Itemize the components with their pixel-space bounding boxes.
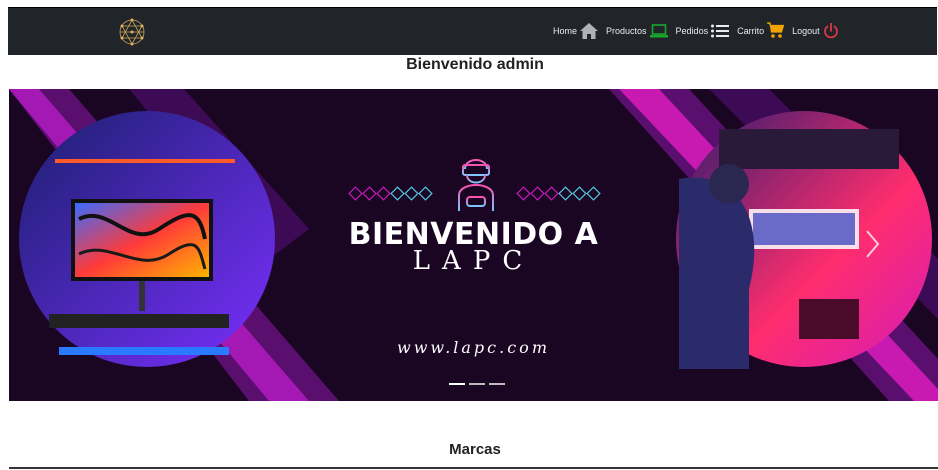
- navbar: Home Productos Pedidos Carrito Logout: [8, 7, 937, 55]
- vr-gamer-icon: [458, 159, 494, 211]
- nav-logout[interactable]: Logout: [792, 22, 839, 39]
- section-divider: [9, 467, 938, 469]
- nav-home[interactable]: Home: [553, 22, 599, 39]
- nav-carrito[interactable]: Carrito: [737, 22, 785, 39]
- carousel-indicators: [447, 383, 507, 385]
- carousel-indicator-3[interactable]: [489, 383, 505, 385]
- nav-productos[interactable]: Productos: [606, 23, 668, 38]
- nav-pedidos-label: Pedidos: [675, 25, 709, 36]
- chevron-right-icon: [866, 230, 880, 258]
- nav-home-label: Home: [553, 25, 578, 36]
- laptop-icon: [649, 23, 668, 37]
- nav-carrito-label: Carrito: [737, 25, 765, 36]
- main-nav: Home Productos Pedidos Carrito Logout: [553, 22, 847, 39]
- carousel-indicator-1[interactable]: [449, 383, 465, 385]
- nav-productos-label: Productos: [606, 25, 647, 36]
- nav-logout-label: Logout: [792, 25, 820, 36]
- banner-url: www.lapc.com: [397, 338, 550, 357]
- banner-title-line2: LAPC: [412, 246, 535, 276]
- brands-section-title: Marcas: [449, 441, 501, 458]
- list-icon: [711, 24, 730, 37]
- nav-pedidos[interactable]: Pedidos: [676, 24, 730, 38]
- carousel-indicator-2[interactable]: [469, 383, 485, 385]
- cart-icon: [767, 22, 785, 38]
- welcome-heading: Bienvenido admin: [406, 56, 544, 73]
- network-logo-icon[interactable]: [118, 18, 146, 46]
- carousel-next-button[interactable]: [861, 227, 883, 261]
- power-icon: [823, 22, 838, 38]
- banner-carousel[interactable]: BIENVENIDO A LAPC www.lapc.com: [9, 89, 938, 401]
- house-icon: [580, 22, 599, 39]
